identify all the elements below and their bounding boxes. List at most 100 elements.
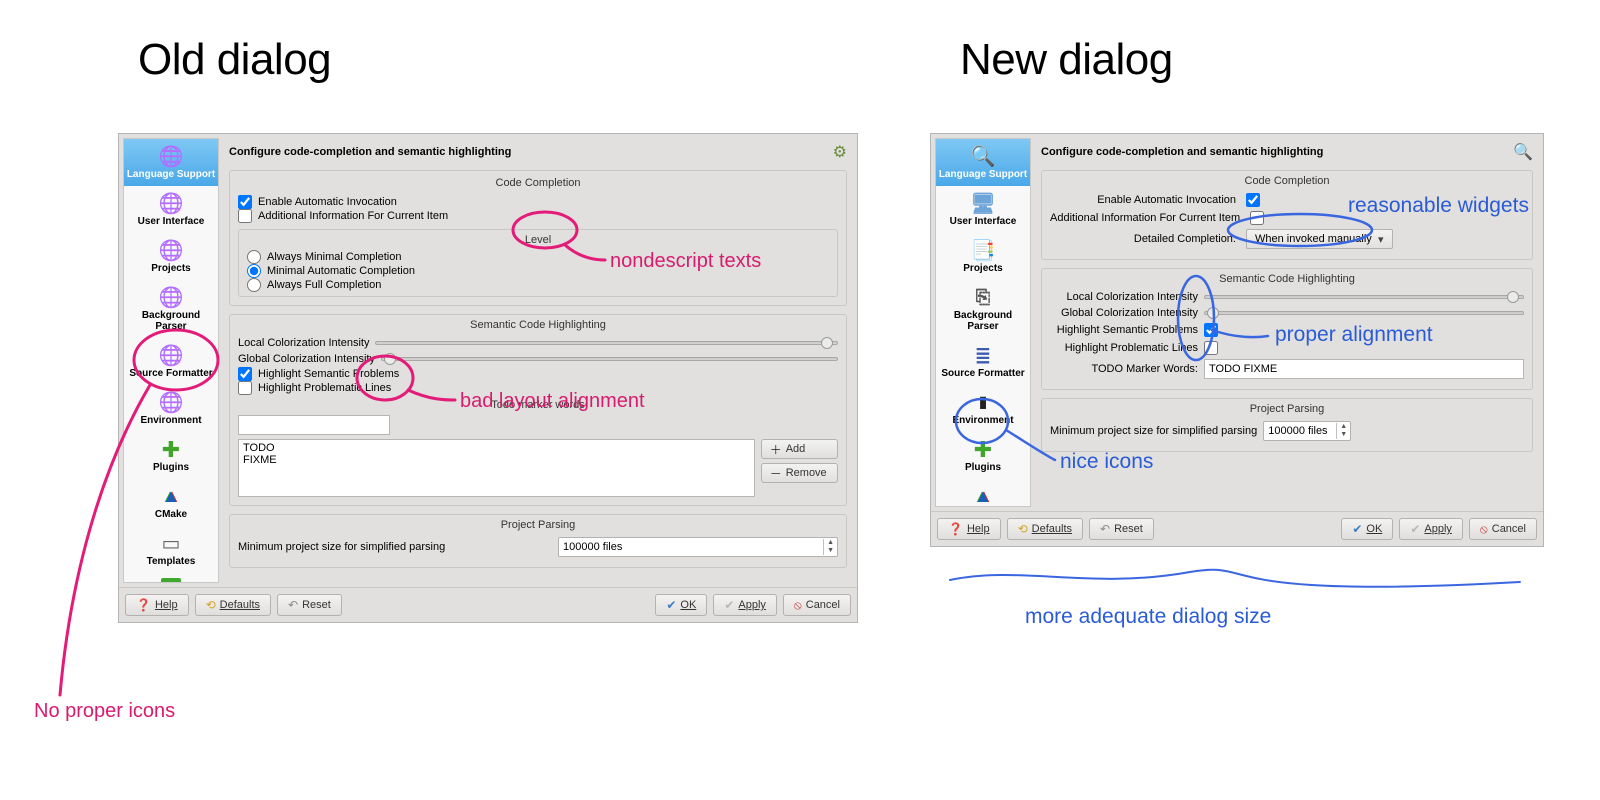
defaults-icon: ⟲ <box>206 598 216 612</box>
sidebar-item-label: Background Parser <box>938 310 1028 332</box>
sidebar-item-label: Environment <box>952 415 1013 426</box>
additional-information-checkbox[interactable]: Additional Information For Current Item <box>238 209 838 223</box>
plugin-icon <box>969 438 997 462</box>
enable-automatic-invocation-checkbox[interactable] <box>1246 193 1260 207</box>
terminal-icon <box>969 391 997 415</box>
spinbox-value[interactable] <box>559 541 823 553</box>
help-icon: ❓ <box>136 598 151 612</box>
step-up-icon[interactable]: ▲ <box>1337 423 1350 431</box>
detailed-completion-combobox[interactable]: When invoked manually ▾ <box>1246 229 1393 249</box>
radio-label: Always Minimal Completion <box>267 251 402 263</box>
min-project-size-spinbox[interactable]: ▲▼ <box>1263 421 1351 441</box>
global-intensity-label: Global Colorization Intensity <box>1050 307 1198 319</box>
step-down-icon[interactable]: ▼ <box>1337 431 1350 439</box>
defaults-button[interactable]: ⟲ Defaults <box>195 594 271 616</box>
additional-information-checkbox[interactable] <box>1250 211 1264 225</box>
help-button[interactable]: ❓Help <box>937 518 1001 540</box>
cancel-button[interactable]: ⦸Cancel <box>1469 518 1537 540</box>
sidebar-item-plugins[interactable]: Plugins <box>936 432 1030 479</box>
parser-icon <box>969 286 997 310</box>
radio[interactable] <box>247 278 261 292</box>
sidebar-item-label: Plugins <box>965 462 1001 473</box>
todo-marker-input[interactable] <box>1204 359 1524 379</box>
ok-button[interactable]: ✔OK <box>655 594 707 616</box>
button-label: Defaults <box>220 599 260 611</box>
highlight-semantic-checkbox[interactable] <box>1204 323 1218 337</box>
sidebar-item-plugins[interactable]: Plugins <box>124 432 218 479</box>
button-label: Cancel <box>1492 523 1526 535</box>
sidebar-item-cmake[interactable]: CMake <box>124 479 218 526</box>
button-label: Reset <box>302 599 331 611</box>
level-option-2[interactable]: Always Full Completion <box>247 278 829 292</box>
highlight-problematic-checkbox[interactable] <box>1204 341 1218 355</box>
highlight-semantic-checkbox[interactable]: Highlight Semantic Problems <box>238 367 838 381</box>
reset-icon: ↶ <box>1100 522 1110 536</box>
radio[interactable] <box>247 250 261 264</box>
spinbox-value[interactable] <box>1264 425 1336 437</box>
local-intensity-slider[interactable] <box>375 341 838 345</box>
sidebar-item-user-interface[interactable]: User Interface <box>124 186 218 233</box>
todo-listbox[interactable]: TODO FIXME <box>238 439 755 497</box>
reset-button[interactable]: ↶Reset <box>277 594 342 616</box>
sidebar-item-environment[interactable]: Environment <box>124 385 218 432</box>
apply-button[interactable]: ✔Apply <box>713 594 777 616</box>
sidebar-item-qt[interactable] <box>124 573 218 583</box>
checkbox[interactable] <box>238 381 252 395</box>
global-intensity-slider[interactable] <box>381 357 838 361</box>
step-down-icon[interactable]: ▼ <box>824 547 837 555</box>
sidebar-item-templates[interactable]: Templates <box>124 526 218 573</box>
global-intensity-slider[interactable] <box>1204 311 1524 315</box>
todo-input[interactable] <box>238 415 390 435</box>
ok-button[interactable]: ✔OK <box>1341 518 1393 540</box>
sidebar-item-language-support[interactable]: Language Support <box>936 139 1030 186</box>
cmake-icon <box>157 485 185 509</box>
group-title: Semantic Code Highlighting <box>1050 273 1524 289</box>
sidebar-item-label: User Interface <box>138 216 205 227</box>
sidebar-item-background-parser[interactable]: Background Parser <box>936 280 1030 338</box>
help-button[interactable]: ❓Help <box>125 594 189 616</box>
sidebar-item-projects[interactable]: Projects <box>936 233 1030 280</box>
sidebar-item-user-interface[interactable]: User Interface <box>936 186 1030 233</box>
globe-icon <box>157 286 185 310</box>
sidebar-item-cmake[interactable]: CMake <box>936 479 1030 507</box>
checkbox[interactable] <box>238 195 252 209</box>
apply-button[interactable]: ✔Apply <box>1399 518 1463 540</box>
checkbox[interactable] <box>238 367 252 381</box>
enable-automatic-invocation-checkbox[interactable]: Enable Automatic Invocation <box>238 195 838 209</box>
group-title: Project Parsing <box>238 519 838 535</box>
gear-icon[interactable]: ⚙ <box>833 142 847 162</box>
button-label: Apply <box>1424 523 1452 535</box>
annotation-nondescript-texts: nondescript texts <box>610 250 761 273</box>
step-up-icon[interactable]: ▲ <box>824 539 837 547</box>
sidebar-item-label: Projects <box>963 263 1002 274</box>
highlight-problematic-label: Highlight Problematic Lines <box>1050 342 1198 354</box>
min-project-size-spinbox[interactable]: ▲▼ <box>558 537 838 557</box>
code-completion-group: Code Completion Enable Automatic Invocat… <box>229 170 847 306</box>
magnifier-icon[interactable]: 🔍 <box>1513 142 1533 162</box>
chevron-down-icon: ▾ <box>1374 233 1388 246</box>
reset-button[interactable]: ↶Reset <box>1089 518 1154 540</box>
sidebar-item-background-parser[interactable]: Background Parser <box>124 280 218 338</box>
add-button[interactable]: ＋Add <box>761 439 838 459</box>
defaults-icon: ⟲ <box>1018 522 1028 536</box>
cancel-button[interactable]: ⦸Cancel <box>783 594 851 616</box>
new-button-bar: ❓Help ⟲Defaults ↶Reset ✔OK ✔Apply ⦸Cance… <box>931 511 1543 546</box>
checkbox[interactable] <box>238 209 252 223</box>
list-item[interactable]: FIXME <box>243 454 750 466</box>
checkbox-label: Highlight Semantic Problems <box>258 368 399 380</box>
old-content: Configure code-completion and semantic h… <box>223 138 853 583</box>
sidebar-item-source-formatter[interactable]: Source Formatter <box>124 338 218 385</box>
sidebar-item-source-formatter[interactable]: Source Formatter <box>936 338 1030 385</box>
help-icon: ❓ <box>948 522 963 536</box>
remove-button[interactable]: －Remove <box>761 463 838 483</box>
radio[interactable] <box>247 264 261 278</box>
defaults-button[interactable]: ⟲Defaults <box>1007 518 1083 540</box>
local-intensity-slider[interactable] <box>1204 295 1524 299</box>
magnifier-icon <box>969 145 997 169</box>
sidebar-item-projects[interactable]: Projects <box>124 233 218 280</box>
list-item[interactable]: TODO <box>243 442 750 454</box>
sidebar-item-language-support[interactable]: Language Support <box>124 139 218 186</box>
sidebar-item-label: Templates <box>147 556 196 567</box>
sidebar-item-environment[interactable]: Environment <box>936 385 1030 432</box>
additional-info-label: Additional Information For Current Item <box>1050 212 1244 224</box>
